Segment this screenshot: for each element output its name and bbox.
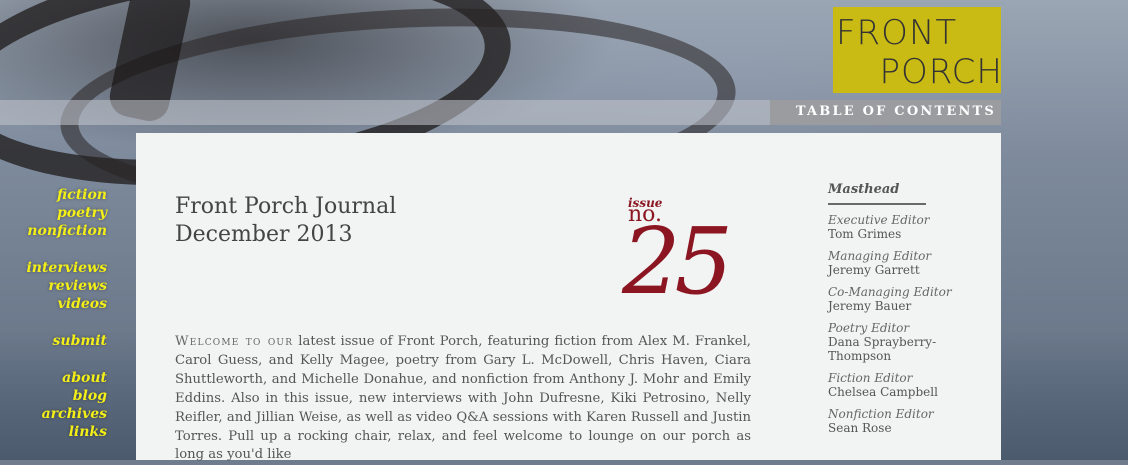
masthead-entry: Fiction Editor Chelsea Campbell [828,371,993,399]
masthead-entry: Nonfiction Editor Sean Rose [828,407,993,435]
masthead-name: Sean Rose [828,421,892,435]
issue-number: 25 [622,208,733,315]
masthead-role: Fiction Editor [828,371,913,385]
masthead-role: Executive Editor [828,213,930,227]
masthead-entry: Co-Managing Editor Jeremy Bauer [828,285,993,313]
nav-interviews[interactable]: interviews [0,259,107,277]
intro-text: latest issue of Front Porch, featuring f… [175,334,751,463]
masthead-name: Tom Grimes [828,227,902,241]
front-porch-logo[interactable]: FRONT PORCH [833,7,1003,93]
logo-front-text: FRONT [836,13,958,53]
masthead-name: Jeremy Bauer [828,299,912,313]
masthead: Masthead Executive Editor Tom Grimes Man… [828,182,993,435]
table-of-contents-link[interactable]: TABLE OF CONTENTS [770,104,996,119]
nav-fiction[interactable]: fiction [0,186,107,204]
nav-media: interviews reviews videos [0,259,107,313]
masthead-entry: Managing Editor Jeremy Garrett [828,249,993,277]
nav-archives[interactable]: archives [0,405,107,423]
intro-lead: Welcome to our [175,334,294,349]
nav-blog[interactable]: blog [0,387,107,405]
nav-reviews[interactable]: reviews [0,277,107,295]
masthead-title: Masthead [828,182,926,205]
nav-links[interactable]: links [0,423,107,441]
masthead-role: Managing Editor [828,249,932,263]
nav-submit[interactable]: submit [0,332,107,350]
masthead-name: Jeremy Garrett [828,263,920,277]
nav-info: about blog archives links [0,369,107,441]
nav-submit-group: submit [0,332,107,350]
masthead-entry: Executive Editor Tom Grimes [828,213,993,241]
nav-poetry[interactable]: poetry [0,204,107,222]
nav-nonfiction[interactable]: nonfiction [0,222,107,240]
logo-porch-text: PORCH [879,52,1003,92]
masthead-role: Nonfiction Editor [828,407,934,421]
masthead-name: Dana Sprayberry-Thompson [828,335,937,363]
masthead-role: Co-Managing Editor [828,285,952,299]
page-title: Front Porch Journal December 2013 [175,193,396,249]
nav-genres: fiction poetry nonfiction [0,186,107,240]
intro-paragraph: Welcome to our latest issue of Front Por… [175,333,751,465]
masthead-name: Chelsea Campbell [828,385,938,399]
nav-about[interactable]: about [0,369,107,387]
issue-date: December 2013 [175,222,353,247]
nav-videos[interactable]: videos [0,295,107,313]
masthead-role: Poetry Editor [828,321,910,335]
journal-name: Front Porch Journal [175,194,397,219]
masthead-entry: Poetry Editor Dana Sprayberry-Thompson [828,321,993,363]
